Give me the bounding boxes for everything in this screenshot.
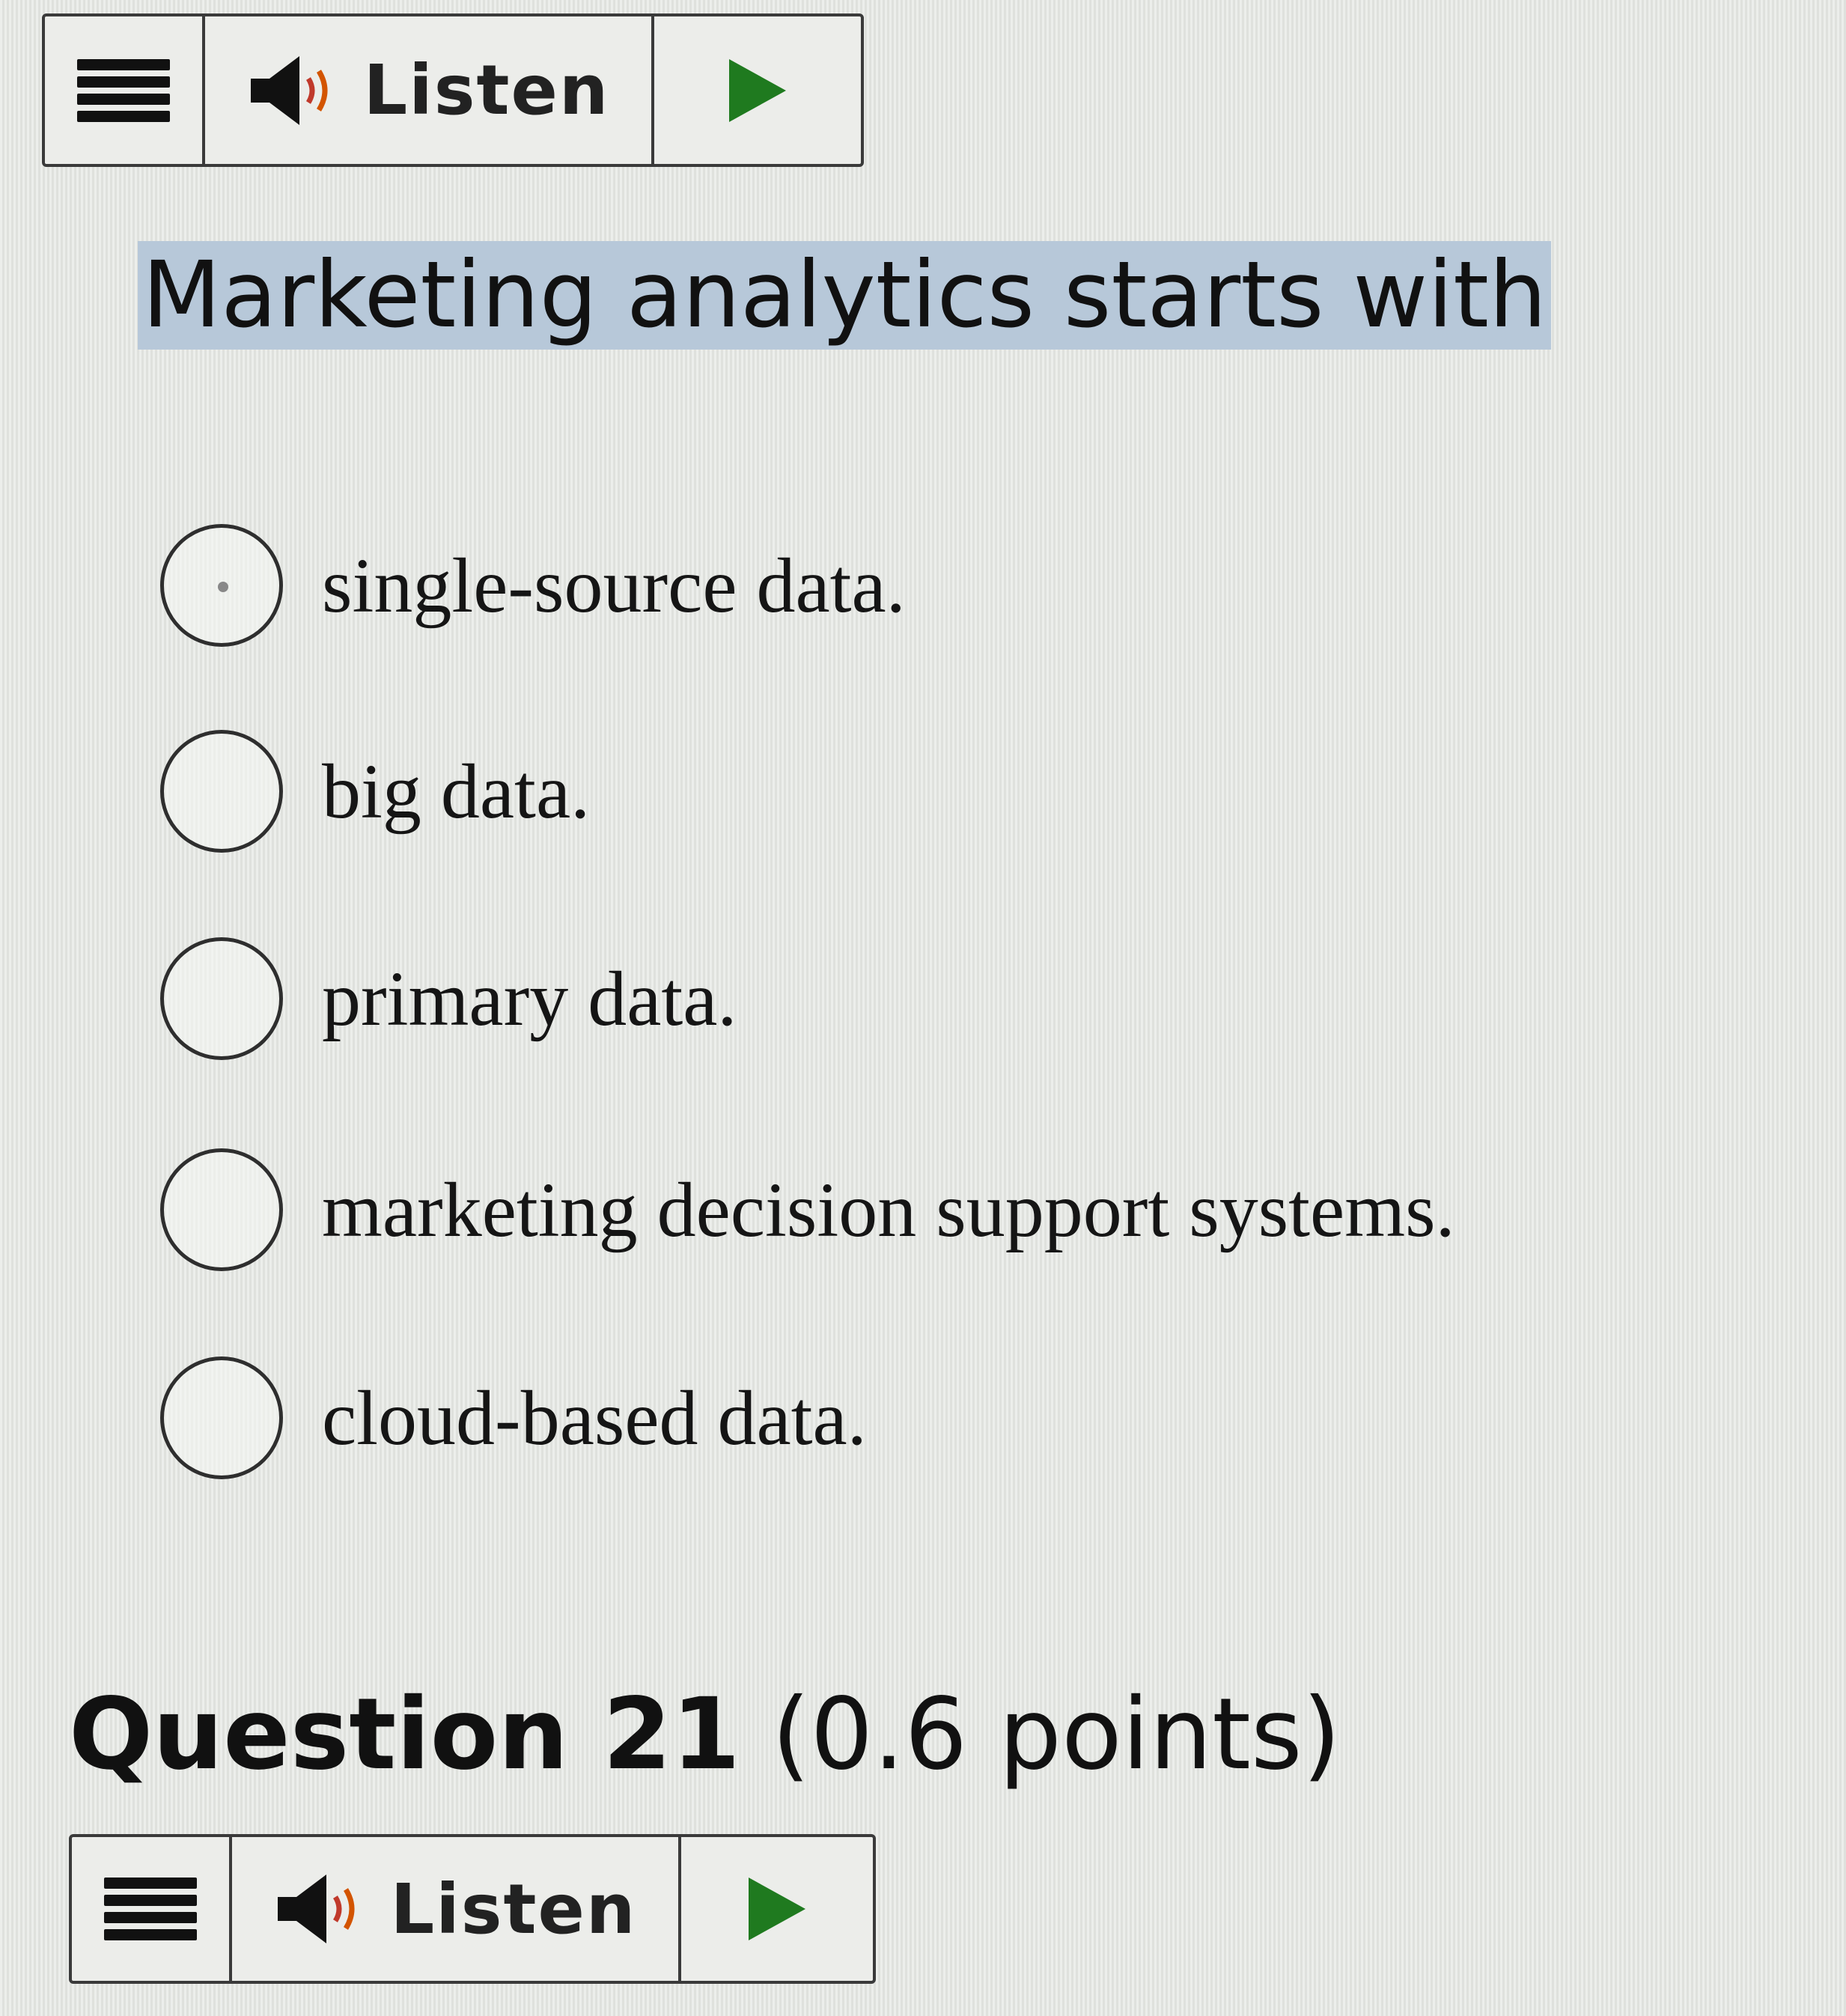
listen-label: Listen	[390, 1869, 637, 1949]
play-icon	[749, 1878, 805, 1940]
radio-button[interactable]	[160, 1356, 283, 1479]
listen-button[interactable]: Listen	[232, 1837, 681, 1981]
listen-toolbar: Listen	[69, 1834, 876, 1984]
play-button[interactable]	[681, 1837, 873, 1981]
radio-button[interactable]	[160, 937, 283, 1060]
listen-toolbar: Listen	[42, 13, 864, 167]
menu-button[interactable]	[45, 16, 205, 164]
play-button[interactable]	[654, 16, 861, 164]
answer-option[interactable]: primary data.	[160, 937, 737, 1060]
listen-button[interactable]: Listen	[205, 16, 654, 164]
radio-button[interactable]	[160, 524, 283, 647]
option-label: marketing decision support systems.	[322, 1166, 1455, 1253]
listen-label: Listen	[363, 50, 610, 130]
radio-button[interactable]	[160, 730, 283, 853]
option-label: primary data.	[322, 955, 737, 1042]
answer-option[interactable]: cloud-based data.	[160, 1356, 867, 1479]
question-prompt: Marketing analytics starts with	[138, 241, 1552, 350]
question-points: (0.6 points)	[771, 1677, 1341, 1792]
answer-option[interactable]: single-source data.	[160, 524, 906, 647]
play-icon	[729, 58, 786, 122]
option-label: single-source data.	[322, 542, 906, 629]
option-label: cloud-based data.	[322, 1374, 867, 1461]
question-number: Question 21	[69, 1677, 740, 1792]
speaker-icon	[250, 55, 328, 125]
question-heading: Question 21 (0.6 points)	[69, 1677, 1341, 1792]
menu-button[interactable]	[72, 1837, 232, 1981]
answer-option[interactable]: big data.	[160, 730, 590, 853]
radio-focus-dot	[218, 582, 228, 592]
hamburger-menu-icon	[104, 1878, 197, 1940]
speaker-icon	[277, 1875, 355, 1943]
radio-button[interactable]	[160, 1148, 283, 1271]
answer-option[interactable]: marketing decision support systems.	[160, 1148, 1455, 1271]
hamburger-menu-icon	[77, 58, 170, 122]
option-label: big data.	[322, 748, 591, 835]
